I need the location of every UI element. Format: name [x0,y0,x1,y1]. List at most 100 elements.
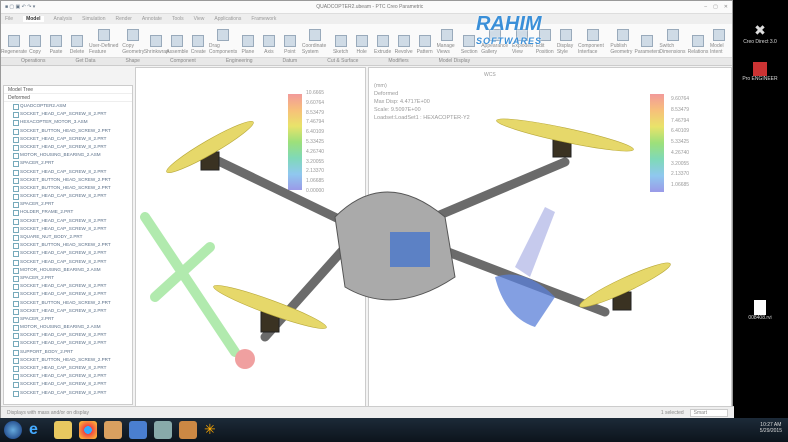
ribbon-button[interactable]: Shrinkwrap [144,26,169,55]
tab-simulation[interactable]: Simulation [82,16,105,22]
tab-model[interactable]: Model [23,16,44,22]
desktop-icon-pro-engineer[interactable]: Pro ENGINEER [737,62,783,82]
tree-item[interactable]: SOCKET_HEAD_CAP_SCREW_8_2.PRT [4,389,132,397]
ribbon-group-label[interactable]: Shape [125,58,139,65]
ribbon-button[interactable]: Component Interface [578,26,607,55]
ribbon-button[interactable]: Publish Geometry [610,26,635,55]
tree-item[interactable]: SOCKET_HEAD_CAP_SCREW_8_2.PRT [4,380,132,389]
tree-item[interactable]: SOCKET_BUTTON_HEAD_SCREW_2.PRT [4,127,132,135]
tab-analysis[interactable]: Analysis [54,16,73,22]
ribbon-button[interactable]: Display Style [557,26,575,55]
tree-item[interactable]: HEXACOPTER_MOTOR_3.ASM [4,118,132,127]
ie-icon[interactable]: e [29,421,47,439]
tree-item[interactable]: SPACER_2.PRT [4,200,132,209]
ribbon-button[interactable]: Hole [353,26,371,55]
ribbon-button[interactable]: Axis [260,26,278,55]
tree-item[interactable]: SOCKET_BUTTON_HEAD_SCREW_2.PRT [4,184,132,193]
tab-file[interactable]: File [5,16,13,22]
tab-render[interactable]: Render [116,16,132,22]
tree-item[interactable]: SPACER_2.PRT [4,274,132,283]
tree-item[interactable]: SOCKET_HEAD_CAP_SCREW_8_2.PRT [4,372,132,381]
ribbon-button[interactable]: Point [281,26,299,55]
tab-tools[interactable]: Tools [172,16,184,22]
ribbon-button[interactable]: Create [189,26,207,55]
ribbon-button[interactable]: User-Defined Feature [89,26,119,55]
ribbon-button[interactable]: Assemble [166,26,188,55]
app-icon[interactable]: ✳ [204,421,222,439]
tree-item[interactable]: SPACER_2.PRT [4,159,132,168]
tree-item[interactable]: SOCKET_HEAD_CAP_SCREW_8_2.PRT [4,290,132,299]
tree-item[interactable]: SOCKET_HEAD_CAP_SCREW_8_2.PRT [4,217,132,225]
desktop-icon-creo-direct[interactable]: ✖ Creo Direct 3.0 [737,22,783,45]
quick-access-toolbar[interactable]: ■ ▢ ▣ ↶ ↷ ▾ [5,4,35,10]
tree-item[interactable]: MOTOR_HOUSING_BEARING_2.ASM [4,151,132,160]
close-button[interactable]: ✕ [724,4,728,10]
tree-item[interactable]: SOCKET_HEAD_CAP_SCREW_8_2.PRT [4,331,132,340]
ribbon-button[interactable]: Copy Geometry [122,26,144,55]
tree-item[interactable]: QUADCOPTER2.ASM [4,102,132,111]
tree-item[interactable]: SPACER_2.PRT [4,315,132,324]
app-icon[interactable] [154,421,172,439]
minimize-button[interactable]: – [704,4,707,10]
tree-item[interactable]: MOTOR_HOUSING_BEARING_2.ASM [4,323,132,332]
drone-model[interactable] [135,67,733,406]
ribbon-button[interactable]: Delete [68,26,86,55]
ribbon-button[interactable]: Model Intent [710,26,728,55]
ribbon-button[interactable]: Regenerate [1,26,27,55]
ribbon-group-label[interactable]: Engineering [226,58,253,65]
tab-framework[interactable]: Framework [251,16,276,22]
tree-item[interactable]: SUPPORT_BODY_2.PRT [4,348,132,356]
tree-item[interactable]: SOCKET_HEAD_CAP_SCREW_8_2.PRT [4,339,132,348]
ribbon-button[interactable]: Switch Dimensions [659,26,686,55]
ribbon-button[interactable]: Pattern [416,26,434,55]
ribbon-group-label[interactable]: Get Data [75,58,95,65]
ribbon-group-label[interactable]: Model Display [439,58,470,65]
tree-item[interactable]: SOCKET_HEAD_CAP_SCREW_8_2.PRT [4,135,132,143]
start-button[interactable] [4,421,22,439]
tree-item[interactable]: SOCKET_BUTTON_HEAD_SCREW_2.PRT [4,356,132,364]
tree-item[interactable]: SOCKET_HEAD_CAP_SCREW_8_2.PRT [4,282,132,291]
tree-item[interactable]: SQUARE_NUT_BODY_2.PRT [4,233,132,242]
ribbon-button[interactable]: Paste [47,26,65,55]
tree-item[interactable]: SOCKET_HEAD_CAP_SCREW_8_2.PRT [4,168,132,176]
maximize-button[interactable]: ▢ [713,4,718,10]
creo-icon[interactable] [179,421,197,439]
ribbon-button[interactable]: Drag Components [209,26,237,55]
system-clock[interactable]: 10:27 AM 5/29/2015 [760,422,782,434]
explorer-icon[interactable] [54,421,72,439]
tree-item[interactable]: HOLDER_FRAME_2.PRT [4,208,132,217]
app-icon[interactable] [104,421,122,439]
ribbon-button[interactable]: Revolve [395,26,413,55]
tab-applications[interactable]: Applications [214,16,241,22]
ribbon-group-label[interactable]: Datum [283,58,298,65]
ribbon-button[interactable]: Copy [26,26,44,55]
ribbon-group-label[interactable]: Modifiers [388,58,408,65]
ribbon-button[interactable]: Manage Views [437,26,458,55]
firefox-icon[interactable] [129,421,147,439]
tab-view[interactable]: View [194,16,205,22]
tree-item[interactable]: SOCKET_BUTTON_HEAD_SCREW_2.PRT [4,176,132,184]
tree-item[interactable]: SOCKET_HEAD_CAP_SCREW_8_2.PRT [4,249,132,258]
tree-item[interactable]: SOCKET_HEAD_CAP_SCREW_8_2.PRT [4,192,132,201]
ribbon-button[interactable]: Relations [688,26,708,55]
tree-item[interactable]: SOCKET_HEAD_CAP_SCREW_8_2.PRT [4,307,132,315]
tree-item[interactable]: MOTOR_HOUSING_BEARING_2.ASM [4,266,132,274]
chrome-icon[interactable] [79,421,97,439]
ribbon-group-label[interactable]: Component [170,58,196,65]
ribbon-button[interactable]: Plane [239,26,257,55]
tree-item[interactable]: SOCKET_HEAD_CAP_SCREW_8_2.PRT [4,110,132,119]
tree-item[interactable]: SOCKET_HEAD_CAP_SCREW_8_2.PRT [4,143,132,152]
ribbon-button[interactable]: Parameters [634,26,660,55]
ribbon-button[interactable]: Sketch [332,26,350,55]
ribbon-group-label[interactable]: Cut & Surface [327,58,358,65]
ribbon-group-label[interactable]: Operations [21,58,45,65]
ribbon-button[interactable]: Coordinate System [302,26,329,55]
tree-item[interactable]: SOCKET_BUTTON_HEAD_SCREW_2.PRT [4,299,132,307]
tree-item[interactable]: SOCKET_HEAD_CAP_SCREW_8_2.PRT [4,225,132,233]
tree-item[interactable]: SOCKET_HEAD_CAP_SCREW_8_2.PRT [4,258,132,266]
tree-item[interactable]: SOCKET_BUTTON_HEAD_SCREW_2.PRT [4,241,132,250]
tab-annotate[interactable]: Annotate [142,16,162,22]
desktop-file[interactable]: 008408.rvi [737,300,783,321]
tree-item[interactable]: SOCKET_HEAD_CAP_SCREW_8_2.PRT [4,364,132,373]
selection-filter[interactable]: Smart [689,408,728,417]
